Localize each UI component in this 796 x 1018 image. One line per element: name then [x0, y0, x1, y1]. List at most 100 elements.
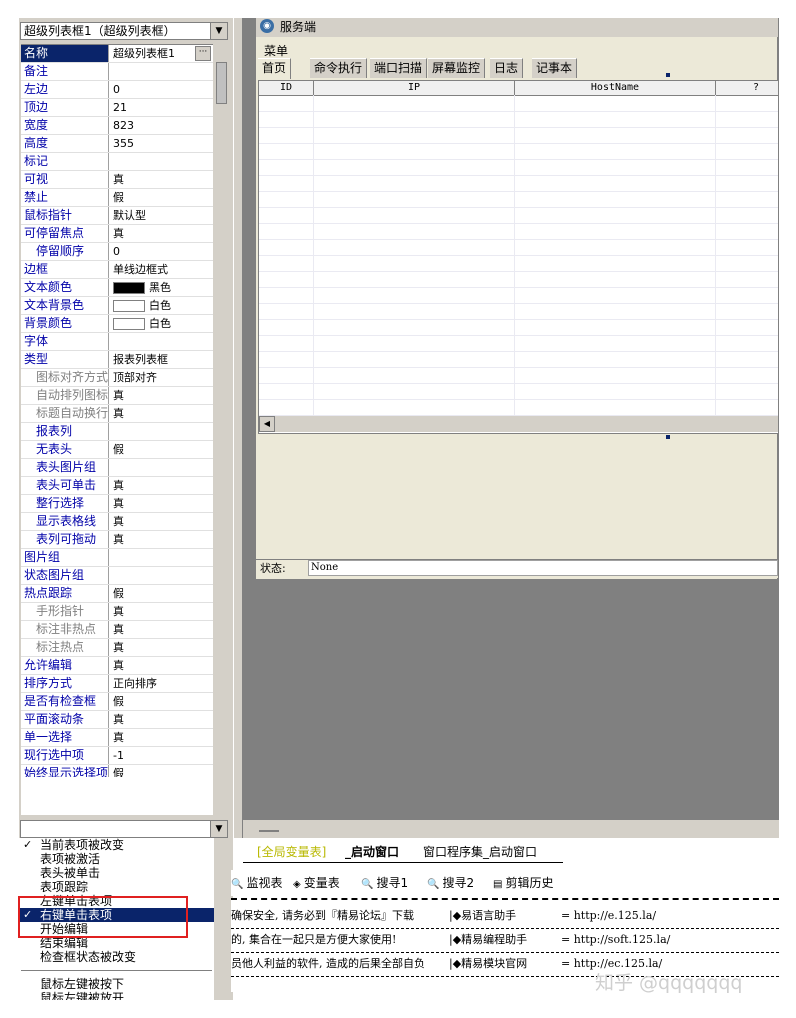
event-item[interactable]: 表头被单击 [19, 866, 214, 880]
property-value[interactable]: 真 [111, 531, 213, 548]
ellipsis-button[interactable]: ··· [195, 46, 211, 61]
event-item[interactable]: 检查框状态被改变 [19, 950, 214, 964]
form-menu[interactable]: 菜单 [264, 42, 288, 59]
ticker-url[interactable]: = http://e.125.la/ [561, 908, 656, 924]
chevron-down-icon[interactable]: ▼ [210, 821, 227, 837]
property-value[interactable]: 真 [111, 729, 213, 746]
property-row[interactable]: 标记 [21, 153, 213, 171]
property-row[interactable]: 表列可拖动真 [21, 531, 213, 549]
property-row[interactable]: 字体 [21, 333, 213, 351]
property-row[interactable]: 停留顺序 0 [21, 243, 213, 261]
property-row[interactable]: 边框 单线边框式 [21, 261, 213, 279]
scroll-left-icon[interactable]: ◀ [259, 416, 275, 432]
tool-1[interactable]: ◈ 变量表 [293, 875, 340, 891]
event-item[interactable]: 鼠标左键被放开 [19, 991, 214, 1000]
column-header[interactable]: ? [716, 81, 778, 96]
tab-4[interactable]: 日志 [490, 58, 524, 78]
property-value[interactable]: 顶部对齐 [111, 369, 213, 386]
property-value[interactable]: 真 [111, 621, 213, 638]
property-value[interactable]: -1 [111, 747, 213, 764]
property-value[interactable]: 假 [111, 693, 213, 710]
editor-tab-1[interactable]: _启动窗口 [345, 844, 399, 860]
event-item[interactable]: 结束编辑 [19, 936, 214, 950]
tool-0[interactable]: 🔍 监视表 [231, 875, 282, 891]
property-value[interactable]: 真 [111, 171, 213, 188]
property-row[interactable]: 鼠标指针 默认型 [21, 207, 213, 225]
property-row[interactable]: 名称 超级列表框1 ··· [21, 45, 213, 63]
report-listview[interactable]: ID IP HostName? [258, 80, 779, 434]
property-row[interactable]: 可视真 [21, 171, 213, 189]
property-value[interactable]: 真 [111, 513, 213, 530]
event-item[interactable]: 表项被激活 [19, 852, 214, 866]
property-value[interactable]: 真 [111, 387, 213, 404]
property-row[interactable]: 是否有检查框假 [21, 693, 213, 711]
property-value[interactable]: 报表列表框 [111, 351, 213, 368]
property-row[interactable]: 状态图片组 [21, 567, 213, 585]
tab-2[interactable]: 端口扫描 [370, 58, 428, 78]
property-value[interactable]: 21 [111, 99, 213, 116]
property-value[interactable]: 真 [111, 639, 213, 656]
property-value[interactable]: 白色 [111, 315, 213, 332]
property-value[interactable]: 假 [111, 441, 213, 458]
event-item[interactable]: 表项跟踪 [19, 880, 214, 894]
property-row[interactable]: 类型 报表列表框 [21, 351, 213, 369]
tool-3[interactable]: 🔍 搜寻2 [427, 875, 474, 891]
property-row[interactable]: 文本颜色 黑色 [21, 279, 213, 297]
property-value[interactable]: 真 [111, 405, 213, 422]
resize-handle[interactable] [666, 435, 670, 439]
property-value[interactable]: 假 [111, 189, 213, 206]
property-row[interactable]: 表头图片组 [21, 459, 213, 477]
property-row[interactable]: 排序方式 正向排序 [21, 675, 213, 693]
object-selector[interactable]: 超级列表框1（超级列表框） ▼ [20, 22, 228, 40]
tab-0[interactable]: 首页 [258, 58, 292, 79]
property-value[interactable]: 823 [111, 117, 213, 134]
property-value[interactable]: 默认型 [111, 207, 213, 224]
property-value[interactable]: 单线边框式 [111, 261, 213, 278]
property-row[interactable]: 宽度 823 [21, 117, 213, 135]
property-value[interactable]: 355 [111, 135, 213, 152]
property-row[interactable]: 文本背景色 白色 [21, 297, 213, 315]
property-row[interactable]: 热点跟踪假 [21, 585, 213, 603]
listview-hscrollbar[interactable]: ◀ [259, 416, 778, 432]
column-header[interactable]: ID [259, 81, 314, 96]
tab-3[interactable]: 屏幕监控 [428, 58, 486, 78]
property-value[interactable]: 真 [111, 225, 213, 242]
editor-tab-0[interactable]: [全局变量表] [257, 844, 326, 860]
property-row[interactable]: 自动排列图标真 [21, 387, 213, 405]
property-row[interactable]: 标题自动换行真 [21, 405, 213, 423]
property-row[interactable]: 手形指针真 [21, 603, 213, 621]
property-row[interactable]: 备注 [21, 63, 213, 81]
property-row[interactable]: 允许编辑真 [21, 657, 213, 675]
designer-hscrollbar[interactable] [243, 820, 779, 838]
property-row[interactable]: 左边 0 [21, 81, 213, 99]
property-value[interactable]: 假 [111, 585, 213, 602]
tab-1[interactable]: 命令执行 [310, 58, 368, 78]
event-item[interactable]: ✓ 当前表项被改变 [19, 838, 214, 852]
property-row[interactable]: 现行选中项 -1 [21, 747, 213, 765]
panel-splitter[interactable] [233, 18, 243, 838]
property-value[interactable]: 真 [111, 495, 213, 512]
chevron-down-icon[interactable]: ▼ [210, 23, 227, 39]
property-row[interactable]: 报表列 [21, 423, 213, 441]
property-value[interactable]: 真 [111, 657, 213, 674]
property-row[interactable]: 背景颜色 白色 [21, 315, 213, 333]
property-value[interactable]: 真 [111, 477, 213, 494]
property-value[interactable] [111, 567, 213, 584]
property-row[interactable]: 图片组 [21, 549, 213, 567]
property-row[interactable]: 标注热点真 [21, 639, 213, 657]
property-value[interactable] [111, 333, 213, 350]
property-value[interactable]: 真 [111, 603, 213, 620]
ticker-url[interactable]: = http://soft.125.la/ [561, 932, 670, 948]
property-row[interactable]: 平面滚动条真 [21, 711, 213, 729]
property-row[interactable]: 高度 355 [21, 135, 213, 153]
property-row[interactable]: 显示表格线真 [21, 513, 213, 531]
property-row[interactable]: 单一选择真 [21, 729, 213, 747]
column-header[interactable]: HostName [515, 81, 716, 96]
property-row[interactable]: 可停留焦点真 [21, 225, 213, 243]
property-row[interactable]: 禁止假 [21, 189, 213, 207]
property-value[interactable]: 0 [111, 81, 213, 98]
property-value[interactable]: 黑色 [111, 279, 213, 296]
property-value[interactable]: 0 [111, 243, 213, 260]
property-value[interactable]: 超级列表框1 ··· [111, 45, 213, 62]
editor-tab-2[interactable]: 窗口程序集_启动窗口 [423, 844, 537, 860]
